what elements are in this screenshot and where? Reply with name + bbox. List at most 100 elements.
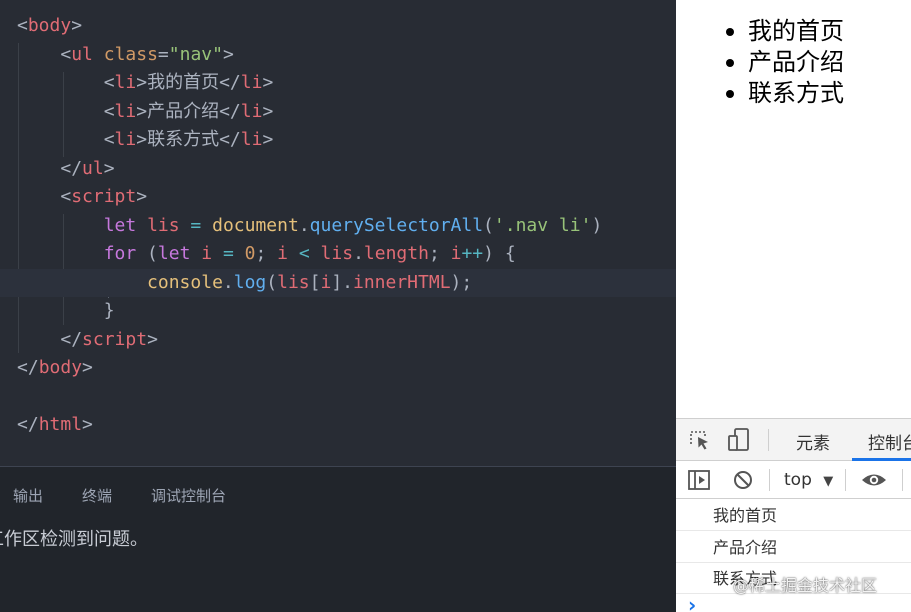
code-token: for — [103, 243, 137, 264]
eye-icon[interactable] — [860, 470, 888, 494]
code-token: > — [262, 72, 274, 93]
code-token: > — [147, 328, 158, 350]
devtools-tabbar: 元素 控制台 — [676, 419, 911, 461]
code-line[interactable]: </body> — [0, 354, 676, 383]
code-token: i — [201, 243, 213, 264]
console-toolbar: top ▼ — [676, 461, 911, 499]
code-line[interactable]: </html> — [0, 411, 676, 440]
code-token: ++ — [461, 243, 484, 264]
tab-console[interactable]: 控制台 — [868, 429, 911, 454]
code-token: = — [157, 43, 169, 65]
code-token: ; — [255, 243, 278, 264]
code-token: < — [298, 243, 310, 264]
console-prompt-icon[interactable]: › — [688, 593, 696, 612]
code-token: ul — [71, 43, 93, 65]
toolbar-divider — [845, 469, 846, 491]
code-token: li — [240, 72, 263, 93]
code-token: length — [363, 243, 429, 264]
code-token: ( — [483, 214, 494, 236]
code-line[interactable]: console.log(lis[i].innerHTML); — [0, 268, 676, 297]
code-editor[interactable]: <body> <ul class="nav"> <li>我的首页</li> <l… — [0, 0, 676, 466]
bullet-icon — [726, 59, 734, 67]
tab-debug-console[interactable]: 调试控制台 — [151, 485, 226, 506]
code-token: = — [190, 214, 202, 236]
code-line[interactable]: <script> — [0, 183, 676, 212]
context-selector[interactable]: top ▼ — [784, 470, 833, 490]
code-token: = — [222, 243, 234, 264]
inspect-icon[interactable] — [688, 429, 712, 455]
code-line[interactable]: <li>产品介绍</li> — [0, 98, 676, 127]
code-token: innerHTML — [353, 271, 451, 293]
tab-output[interactable]: 输出 — [13, 485, 43, 506]
code-line[interactable]: <ul class="nav"> — [0, 41, 676, 70]
code-token: ) — [591, 214, 603, 236]
code-line[interactable]: </ul> — [0, 155, 676, 184]
code-token: > — [222, 43, 234, 65]
code-line[interactable]: </script> — [0, 326, 676, 355]
bottom-panel: 输出 终端 调试控制台 工作区检测到问题。 — [0, 466, 676, 612]
code-token: > — [136, 129, 148, 150]
code-token: "nav" — [168, 43, 223, 65]
code-line[interactable]: <body> — [0, 12, 676, 41]
code-token: 联系方式 — [147, 129, 220, 150]
code-token: 产品介绍 — [147, 100, 220, 122]
nav-item: 产品介绍 — [726, 47, 844, 78]
code-line[interactable]: for (let i = 0; i < lis.length; i++) { — [0, 240, 676, 269]
toolbar-divider — [769, 469, 770, 491]
code-token: i — [450, 243, 462, 264]
code-token: log — [233, 271, 267, 293]
nav-item: 联系方式 — [726, 78, 844, 109]
code-token: lis — [147, 214, 180, 236]
code-token: . — [298, 214, 310, 236]
code-token: body — [27, 15, 72, 36]
code-token: </ — [17, 414, 39, 435]
code-line[interactable] — [0, 383, 676, 412]
watermark: @稀土掘金技术社区 — [733, 576, 878, 595]
code-token: ( — [266, 271, 278, 293]
toolbar-divider — [902, 469, 903, 491]
code-token: let — [157, 243, 191, 264]
code-token: < — [103, 72, 115, 93]
code-line[interactable]: } — [0, 297, 676, 326]
bullet-icon — [726, 28, 734, 36]
code-line[interactable]: <li>联系方式</li> — [0, 126, 676, 155]
code-token: </ — [219, 129, 241, 150]
code-token: ul — [82, 157, 104, 179]
code-token: . — [353, 243, 364, 264]
code-token: console — [147, 271, 223, 293]
code-token: li — [114, 100, 137, 122]
code-token: > — [103, 157, 115, 179]
tab-terminal[interactable]: 终端 — [82, 485, 112, 506]
code-token: < — [60, 186, 72, 207]
code-line[interactable]: let lis = document.querySelectorAll('.na… — [0, 212, 676, 241]
clear-console-icon[interactable] — [732, 469, 754, 495]
code-token: li — [114, 129, 137, 150]
code-token: ]. — [331, 271, 353, 293]
code-line[interactable]: <li>我的首页</li> — [0, 69, 676, 98]
toolbar-divider — [768, 429, 769, 451]
device-toggle-icon[interactable] — [726, 427, 752, 457]
tab-elements[interactable]: 元素 — [796, 429, 830, 454]
code-token: < — [103, 129, 115, 150]
code-token: ) { — [483, 243, 516, 264]
sidebar-toggle-icon[interactable] — [687, 469, 711, 495]
code-token: > — [82, 357, 93, 378]
code-token: > — [136, 100, 148, 122]
console-log-row: 我的首页 — [676, 500, 911, 531]
code-token: > — [136, 72, 148, 93]
code-token: > — [71, 15, 83, 36]
code-token: li — [240, 100, 263, 122]
